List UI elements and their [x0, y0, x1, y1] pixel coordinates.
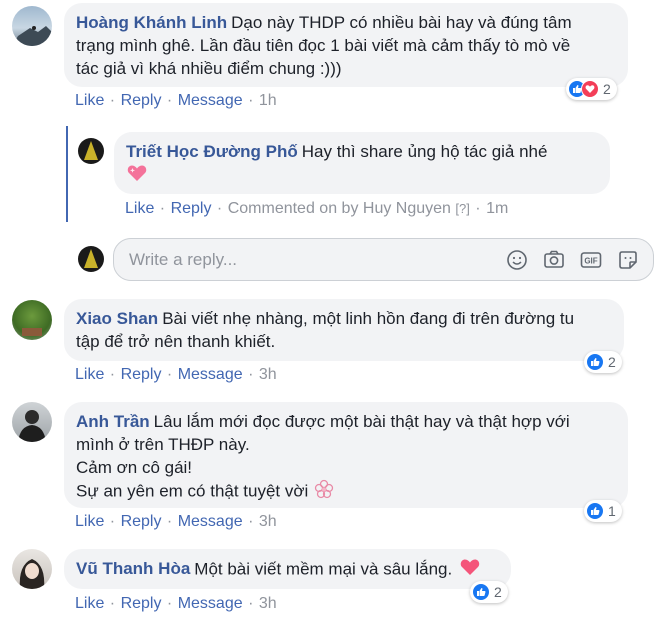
comment-actions: Like · Reply · Message · 1h [75, 92, 277, 109]
heart-icon [459, 557, 481, 583]
like-reaction-icon [586, 353, 604, 371]
like-reaction-icon [586, 502, 604, 520]
message-link[interactable]: Message [178, 92, 243, 109]
comment-bubble: Vũ Thanh Hòa Một bài viết mềm mại và sâu … [64, 549, 511, 589]
comment-author[interactable]: Xiao Shan [76, 309, 158, 328]
reply-link[interactable]: Reply [121, 92, 162, 109]
reply-input-placeholder: Write a reply... [129, 250, 238, 269]
reaction-summary[interactable]: 1 [584, 500, 622, 522]
comment-text: Cảm ơn cô gái! [76, 458, 193, 477]
comment-text: trạng mình ghê. Lần đầu tiên đọc 1 bài v… [76, 36, 571, 55]
reaction-summary[interactable]: 2 [566, 78, 617, 100]
reply-link[interactable]: Reply [121, 366, 162, 383]
like-link[interactable]: Like [75, 513, 104, 530]
comment-author[interactable]: Vũ Thanh Hòa [76, 559, 190, 578]
help-link[interactable]: [?] [455, 201, 469, 216]
like-link[interactable]: Like [125, 200, 154, 217]
avatar-image [84, 249, 98, 268]
comment-bubble: Xiao Shan Bài viết nhẹ nhàng, một linh hồ… [64, 299, 624, 361]
like-link[interactable]: Like [75, 366, 104, 383]
timestamp[interactable]: 1m [486, 200, 508, 217]
comment-bubble: Anh Trần Lâu lắm mới đọc được một bài thậ… [64, 402, 628, 508]
comment-text: mình ở trên THĐP này. [76, 435, 250, 454]
emoji-icon[interactable] [506, 249, 528, 276]
reaction-summary[interactable]: 2 [470, 581, 508, 603]
avatar-image [22, 328, 42, 336]
avatar[interactable] [12, 6, 52, 46]
comment-actions: Like · Reply · Message · 3h [75, 513, 277, 530]
like-reaction-icon [472, 583, 490, 601]
avatar-image [19, 559, 45, 589]
timestamp[interactable]: 3h [259, 513, 277, 530]
timestamp[interactable]: 3h [259, 366, 277, 383]
comment-actions: Like · Reply · Message · 3h [75, 366, 277, 383]
comment-bubble: Hoàng Khánh Linh Dạo này THDP có nhiều bà… [64, 3, 628, 87]
reply-link[interactable]: Reply [171, 200, 212, 217]
avatar-image [18, 410, 46, 442]
comment-text: Bài viết nhẹ nhàng, một linh hồn đang đi… [162, 309, 575, 328]
message-link[interactable]: Message [178, 366, 243, 383]
reaction-summary[interactable]: 2 [584, 351, 622, 373]
reaction-count: 2 [494, 584, 502, 600]
gif-icon[interactable]: GIF [580, 249, 602, 276]
avatar[interactable] [12, 300, 52, 340]
reply-actions: Like · Reply · Commented on by Huy Nguye… [125, 200, 509, 217]
flower-icon [313, 479, 335, 505]
avatar-image [12, 26, 52, 46]
reply-author[interactable]: Triết Học Đường Phố [126, 142, 298, 161]
message-link[interactable]: Message [178, 595, 243, 612]
comment-actions: Like · Reply · Message · 3h [75, 595, 277, 612]
camera-icon[interactable] [543, 249, 565, 276]
reaction-count: 2 [608, 354, 616, 370]
commented-on-by[interactable]: Commented on by Huy Nguyen [228, 200, 451, 217]
avatar-image [84, 141, 98, 160]
comment-text: Lâu lắm mới đọc được một bài thật hay và… [153, 412, 570, 431]
reply-text: Hay thì share ủng hộ tác giả nhé [301, 142, 548, 161]
reply-link[interactable]: Reply [121, 595, 162, 612]
comment-text: Dạo này THDP có nhiều bài hay và đúng tâ… [231, 13, 572, 32]
comment-author[interactable]: Anh Trần [76, 412, 150, 431]
avatar[interactable] [12, 549, 52, 589]
comment-text: Sự an yên em có thật tuyệt vời [76, 481, 309, 501]
reply-bubble: Triết Học Đường Phố Hay thì share ủng hộ … [114, 132, 610, 194]
reaction-count: 1 [608, 503, 616, 519]
like-link[interactable]: Like [75, 92, 104, 109]
reply-link[interactable]: Reply [121, 513, 162, 530]
like-link[interactable]: Like [75, 595, 104, 612]
comment-author[interactable]: Hoàng Khánh Linh [76, 13, 227, 32]
comment-text: tập để trở nên thanh khiết. [76, 332, 276, 351]
svg-text:GIF: GIF [584, 257, 597, 266]
comment-text: tác giả vì khá nhiều điểm chung :))) [76, 59, 342, 78]
love-reaction-icon [581, 80, 599, 98]
reaction-count: 2 [603, 81, 611, 97]
avatar[interactable] [78, 138, 104, 164]
composer-avatar [78, 246, 104, 272]
message-link[interactable]: Message [178, 513, 243, 530]
comment-text: Một bài viết mềm mại và sâu lắng. [194, 559, 453, 579]
timestamp[interactable]: 1h [259, 92, 277, 109]
timestamp[interactable]: 3h [259, 595, 277, 612]
reply-thread-line [66, 126, 68, 222]
sticker-icon[interactable] [617, 249, 639, 276]
avatar[interactable] [12, 402, 52, 442]
sparkling-heart-icon [126, 163, 148, 189]
